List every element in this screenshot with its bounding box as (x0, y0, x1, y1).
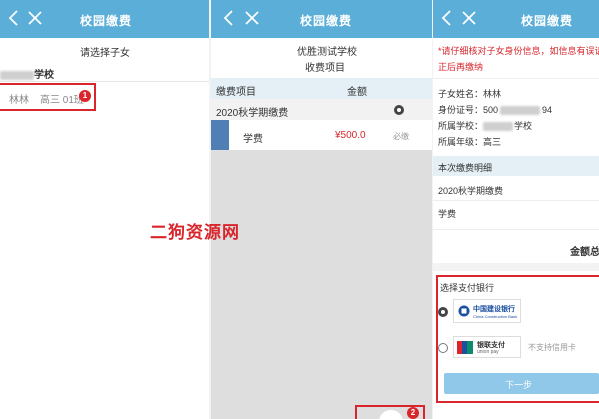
unionpay-radio[interactable] (438, 343, 448, 353)
payment-confirm-screen: 校园缴费 *请仔细核对子女身份信息，如信息有误请联 正后再缴纳 子女姓名：林林 … (433, 0, 599, 419)
fee-required-tag: 必缴 (393, 132, 409, 141)
step-badge-1: 1 (79, 90, 91, 102)
bank-section-title: 选择支付银行 (440, 283, 495, 293)
school-title: 优胜测试学校 (297, 47, 357, 58)
total-amount-label: 金额总 (570, 247, 599, 258)
back-icon[interactable] (439, 9, 455, 27)
next-button-label: 下一步 (505, 380, 533, 390)
child-name: 林林 (9, 95, 29, 106)
info-grade-row: 所属年级：高三 (438, 137, 502, 147)
close-icon[interactable] (244, 9, 260, 27)
school-redacted (483, 122, 514, 132)
col-amount-header: 金额 (347, 87, 367, 98)
ccb-logo-icon (458, 305, 470, 317)
bank-option-unionpay[interactable]: 银联支付 union pay 不支持信用卡 (438, 334, 599, 362)
watermark-text: 二狗资源网 (150, 223, 240, 242)
info-school-row: 所属学校： 学校 (438, 121, 533, 132)
header-bar: 校园缴费 (0, 0, 209, 38)
unionpay-logo: 银联支付 union pay (453, 336, 521, 358)
detail-group-name: 2020秋学期缴费 (438, 186, 504, 196)
close-icon[interactable] (461, 9, 477, 27)
next-button[interactable]: 下一步 (444, 373, 599, 394)
fee-name: 学费 (243, 134, 263, 145)
header-title: 校园缴费 (80, 14, 133, 28)
id-redacted (500, 106, 541, 116)
unionpay-logo-icon (457, 341, 473, 354)
fee-group-name: 2020秋学期缴费 (216, 108, 289, 119)
fee-group-row[interactable]: 2020秋学期缴费 (211, 99, 432, 120)
step-badge-2: 2 (407, 407, 419, 419)
back-icon[interactable] (221, 9, 237, 27)
fee-items-screen: 校园缴费 优胜测试学校 收费项目 缴费项目 金额 2020秋学期缴费 学费 ¥5… (211, 0, 432, 419)
header-title: 校园缴费 (300, 14, 353, 28)
header-bar: 校园缴费 (433, 0, 599, 38)
info-id-row: 身份证号：500 94 (438, 105, 553, 116)
fee-amount: ¥500.0 (335, 130, 366, 141)
choose-child-prompt: 请选择子女 (80, 48, 130, 59)
header-title: 校园缴费 (521, 14, 574, 28)
info-name-row: 子女姓名：林林 (438, 89, 502, 99)
child-class: 高三 01班 (40, 95, 84, 106)
ccb-radio[interactable] (438, 307, 448, 317)
school-name-redacted (0, 70, 34, 80)
group-select-radio[interactable] (394, 105, 404, 115)
select-child-screen: 校园缴费 请选择子女 学校 林林 高三 01班 1 (0, 0, 209, 419)
bank-option-ccb[interactable]: 中国建设银行 China Construction Bank (438, 296, 599, 326)
unionpay-note: 不支持信用卡 (528, 343, 576, 352)
back-icon[interactable] (6, 9, 22, 27)
verify-warning: *请仔细核对子女身份信息，如信息有误请联 正后再缴纳 (438, 46, 599, 72)
ccb-logo: 中国建设银行 China Construction Bank (453, 299, 521, 323)
school-info: 优胜测试学校 收费项目 (211, 38, 432, 78)
close-icon[interactable] (27, 9, 43, 27)
school-name: 学校 (0, 66, 54, 81)
fee-detail-title: 本次缴费明细 (438, 163, 493, 173)
col-item-header: 缴费项目 (216, 87, 256, 98)
row-color-bar (211, 120, 229, 150)
detail-item-name: 学费 (438, 209, 457, 219)
fee-row[interactable]: 学费 ¥500.0 必缴 (211, 120, 432, 150)
student-info: 子女姓名：林林 身份证号：500 94 所属学校： 学校 所属年级：高三 (438, 86, 552, 150)
fee-detail-header: 本次缴费明细 (433, 156, 599, 176)
header-bar: 校园缴费 (211, 0, 432, 38)
table-header-row: 缴费项目 金额 (211, 78, 432, 99)
fee-subtitle: 收费项目 (305, 63, 345, 74)
